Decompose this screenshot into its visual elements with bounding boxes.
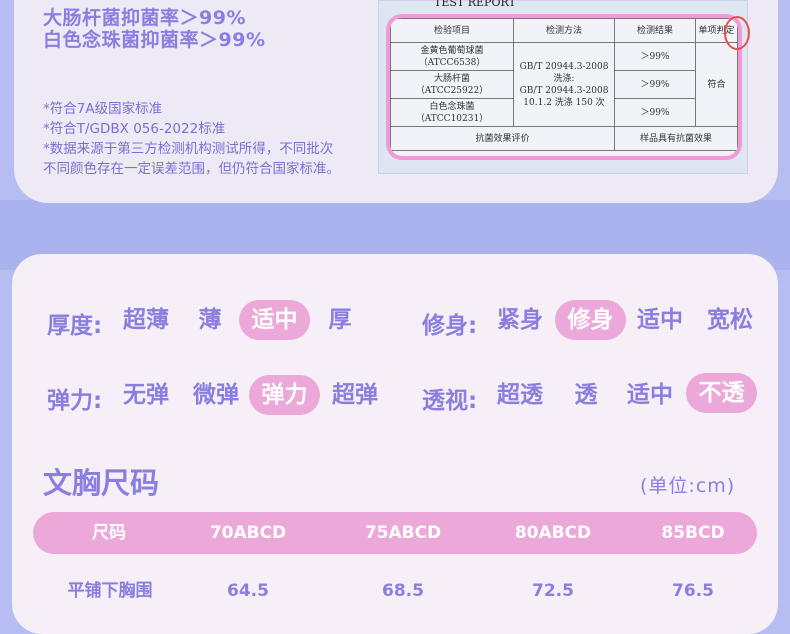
note-source-line2: 不同颜色存在一定误差范围，但仍符合国家标准。: [43, 161, 340, 177]
size-table-header: 尺码 70ABCD 75ABCD 80ABCD 85BCD: [33, 512, 757, 554]
size-header-cell: 85BCD: [661, 523, 725, 543]
report-row-result: ＞99%: [614, 98, 696, 127]
report-footer-right: 样品具有抗菌效果: [614, 126, 738, 151]
transparency-option: 超透: [497, 382, 543, 408]
red-stamp-icon: [724, 16, 750, 50]
note-source-line1: *数据来源于第三方检测机构测试所得，不同批次: [43, 141, 334, 157]
fit-option: 适中: [637, 307, 683, 333]
size-chart-title: 文胸尺码: [43, 466, 160, 500]
fit-option-selected: 修身: [555, 300, 626, 340]
report-row-item: 金黄色葡萄球菌 （ATCC6538）: [390, 42, 514, 71]
note-standard-7a: *符合7A级国家标准: [43, 101, 163, 117]
elasticity-option: 超弹: [332, 382, 378, 408]
thickness-option-selected: 适中: [239, 300, 310, 340]
transparency-option-selected: 不透: [686, 373, 757, 413]
report-row-result: ＞99%: [614, 70, 696, 99]
size-row-value: 68.5: [382, 581, 424, 601]
report-footer-left: 抗菌效果评价: [390, 126, 615, 151]
fit-option: 紧身: [497, 307, 543, 333]
size-row-label: 平铺下胸围: [67, 581, 153, 601]
attr-label-thickness: 厚度:: [47, 313, 103, 339]
report-row-result: ＞99%: [614, 42, 696, 71]
attr-label-fit: 修身:: [422, 313, 478, 339]
report-row-item: 大肠杆菌 （ATCC25922）: [390, 70, 514, 99]
report-row-item: 白色念珠菌 （ATCC10231）: [390, 98, 514, 127]
size-header-cell: 80ABCD: [514, 523, 592, 543]
elasticity-option: 无弹: [123, 382, 169, 408]
note-standard-gdbx: *符合T/GDBX 056-2022标准: [43, 121, 226, 137]
size-header-cell: 尺码: [92, 523, 126, 543]
fit-option: 宽松: [707, 307, 753, 333]
size-row-value: 64.5: [227, 581, 269, 601]
size-header-cell: 70ABCD: [209, 523, 287, 543]
elasticity-option: 微弹: [193, 382, 239, 408]
size-header-cell: 75ABCD: [364, 523, 442, 543]
size-row-value: 72.5: [532, 581, 574, 601]
transparency-option: 适中: [627, 382, 673, 408]
size-row-value: 76.5: [672, 581, 714, 601]
report-verdict-cell: 符合: [695, 42, 738, 127]
report-table-highlight: 检验项目 检测方法 检测结果 单项判定 金黄色葡萄球菌 （ATCC6538） GB…: [386, 14, 742, 160]
report-table: 检验项目 检测方法 检测结果 单项判定 金黄色葡萄球菌 （ATCC6538） GB…: [390, 18, 738, 151]
report-title: TEST REPORT: [434, 0, 516, 9]
claim-candida: 白色念珠菌抑菌率＞99%: [43, 29, 266, 51]
size-chart-unit: (单位:cm): [640, 475, 736, 497]
thickness-option: 超薄: [123, 307, 169, 333]
elasticity-option-selected: 弹力: [249, 375, 320, 415]
report-header-method: 检测方法: [513, 18, 615, 43]
attr-label-elasticity: 弹力:: [47, 388, 103, 414]
report-header-result: 检测结果: [614, 18, 696, 43]
thickness-option: 厚: [328, 307, 352, 333]
transparency-option: 透: [574, 382, 598, 408]
attr-label-transparency: 透视:: [422, 388, 478, 414]
report-header-item: 检验项目: [390, 18, 514, 43]
report-method-cell: GB/T 20944.3-2008 洗涤: GB/T 20944.3-2008 10.…: [513, 42, 615, 127]
thickness-option: 薄: [198, 307, 222, 333]
